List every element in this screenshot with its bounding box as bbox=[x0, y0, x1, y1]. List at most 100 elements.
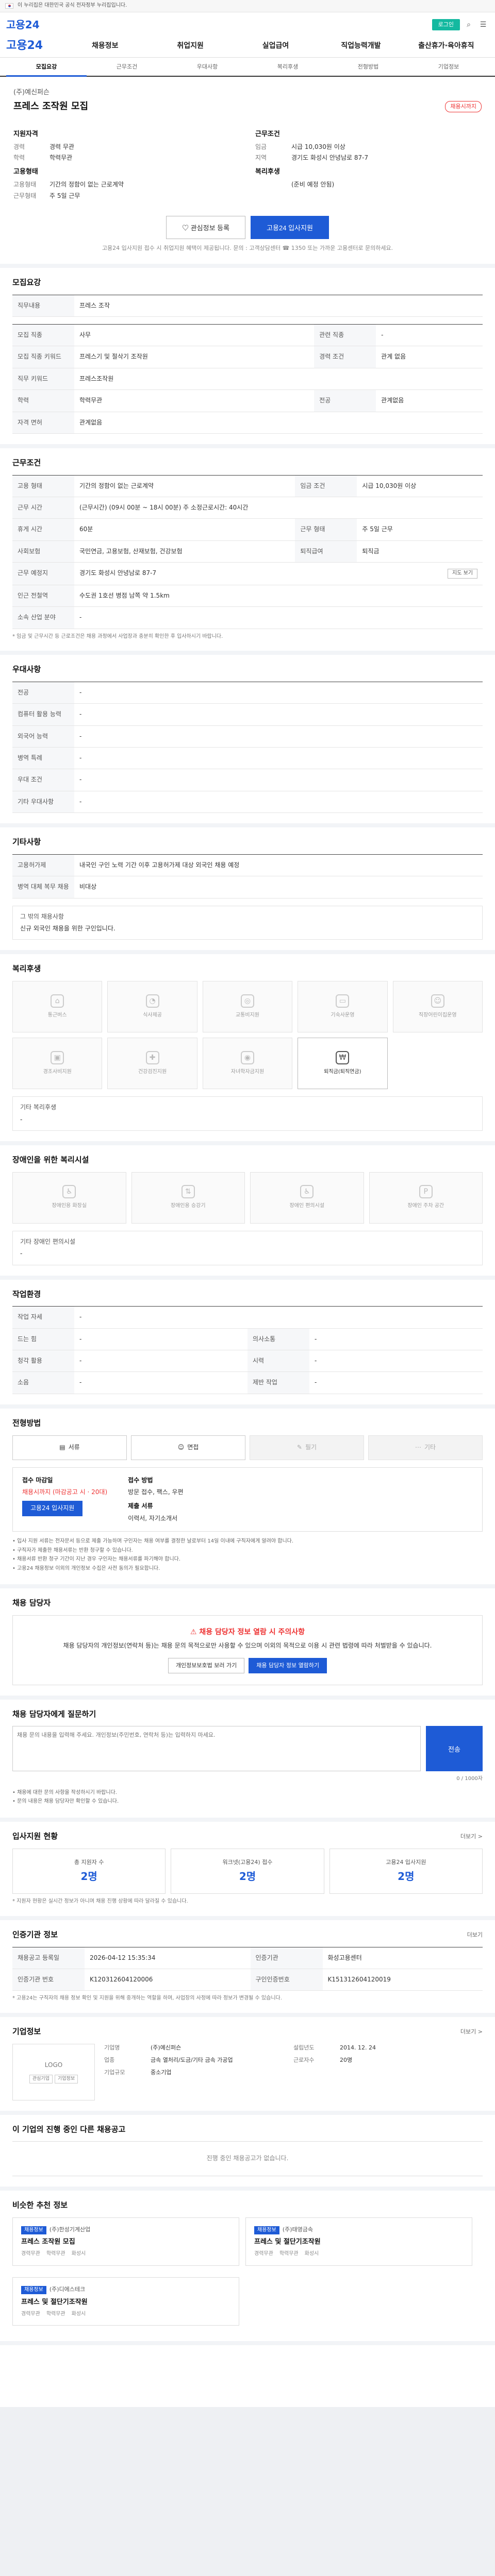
method-label: 필기 bbox=[305, 1443, 317, 1451]
inquiry-submit-button[interactable]: 전송 bbox=[426, 1726, 483, 1772]
tab-preference[interactable]: 우대사항 bbox=[167, 58, 248, 76]
row-label: 제반 작업 bbox=[248, 1371, 309, 1394]
row-label: 임금 조건 bbox=[295, 475, 357, 498]
map-button[interactable]: 지도 보기 bbox=[448, 569, 477, 579]
row-value: 경기도 화성시 안녕남로 87-7 지도 보기 bbox=[74, 562, 483, 585]
apply-button-secondary[interactable]: 고용24 입사지원 bbox=[22, 1501, 83, 1516]
more-link[interactable]: 더보기 > bbox=[460, 1833, 483, 1841]
contact-warning: ⚠ 채용 담당자 정보 열람 시 주의사항 채용 담당자의 개인정보(연락처 등… bbox=[12, 1615, 483, 1685]
row-value: - bbox=[309, 1350, 483, 1372]
row-label: 퇴직급여 bbox=[295, 540, 357, 563]
row-label: 직무 키워드 bbox=[12, 368, 74, 391]
gnb-item-support[interactable]: 취업지원 bbox=[147, 37, 233, 55]
gnb-item-leave[interactable]: 출산휴가·육아휴직 bbox=[404, 37, 489, 55]
row-label: 휴게 시간 bbox=[12, 518, 74, 541]
info-label: 근로자수 bbox=[293, 2056, 315, 2063]
brand-logo[interactable]: 고용24 bbox=[6, 18, 40, 32]
tab-company[interactable]: 기업정보 bbox=[408, 58, 489, 76]
apply-section: 전형방법 ▤ 서류 ☺ 면접 ✎ 필기 ⋯ 기타 접수 마감일 채용시까지 (마감공고 … bbox=[0, 1409, 495, 1589]
card-meta: 경력무관 bbox=[254, 2251, 273, 2257]
row-label: 기타 우대사항 bbox=[12, 791, 74, 814]
status-count: 2명 bbox=[239, 1870, 256, 1883]
summary-value: (준비 예정 안됨) bbox=[291, 181, 335, 189]
conditions-section: 근무조건 고용 형태 기간의 정함이 없는 근로계약 임금 조건 시급 10,030원… bbox=[0, 448, 495, 655]
gnb-item-training[interactable]: 직업능력개발 bbox=[318, 37, 403, 55]
card-title: 프레스 및 절단기조작원 bbox=[254, 2238, 321, 2246]
row-label: 병역 특례 bbox=[12, 747, 74, 770]
row-value: - bbox=[74, 769, 483, 791]
tab-recruit[interactable]: 모집요강 bbox=[6, 58, 87, 77]
gnb-item-benefit[interactable]: 실업급여 bbox=[233, 37, 318, 55]
car-icon: ◎ bbox=[240, 994, 254, 1008]
recommend-section: 비슷한 추천 정보 채용정보 (주)한성기계산업 프레스 조작원 모집 경력무관 학… bbox=[0, 2191, 495, 2345]
extra-info-box: 그 밖의 채용사항 신규 외국인 채용을 위한 구인입니다. bbox=[12, 905, 483, 940]
welfare-extra-box: 기타 복리후생 - bbox=[12, 1096, 483, 1131]
welfare-extra-label: 기타 복리후생 bbox=[20, 1104, 57, 1111]
gift-icon: ▣ bbox=[51, 1050, 64, 1064]
extra-info-label: 그 밖의 채용사항 bbox=[20, 912, 64, 920]
recommend-card[interactable]: 채용정보 (주)한성기계산업 프레스 조작원 모집 경력무관 학력무관 화성시 bbox=[12, 2217, 239, 2266]
login-button[interactable]: 로그인 bbox=[432, 19, 460, 30]
deadline-label: 접수 마감일 bbox=[22, 1476, 53, 1484]
row-value: 60분 bbox=[74, 518, 295, 541]
section-title: 비슷한 추천 정보 bbox=[12, 2200, 68, 2210]
row-value: 화성고용센터 bbox=[322, 1947, 483, 1970]
summary-value: 기간의 정함이 없는 근로계약 bbox=[50, 181, 124, 189]
tab-apply[interactable]: 전형방법 bbox=[328, 58, 408, 76]
company-info-button[interactable]: 기업정보 bbox=[55, 2074, 78, 2083]
row-value: 프레스 조작 bbox=[74, 295, 483, 317]
section-title: 근무조건 bbox=[12, 457, 41, 467]
row-value: - bbox=[376, 324, 483, 347]
method-interview: ☺ 면접 bbox=[131, 1435, 245, 1460]
conditions-table: 고용 형태 기간의 정함이 없는 근로계약 임금 조건 시급 10,030원 이상 근… bbox=[12, 474, 483, 629]
row-value: 관계없음 bbox=[376, 389, 483, 412]
facility-item: ⇅ 장애인용 승강기 bbox=[131, 1172, 245, 1224]
row-label: 경력 조건 bbox=[314, 346, 376, 368]
company-logo: LOGO 관심기업 기업정보 bbox=[12, 2043, 95, 2100]
section-title: 우대사항 bbox=[12, 665, 41, 674]
tab-conditions[interactable]: 근무조건 bbox=[87, 58, 167, 76]
more-link[interactable]: 더보기 bbox=[467, 1931, 483, 1939]
welfare-label: 기숙사운영 bbox=[331, 1012, 355, 1018]
gnb-item-jobs[interactable]: 채용정보 bbox=[62, 37, 147, 55]
view-contact-button[interactable]: 채용 담당자 정보 열람하기 bbox=[249, 1657, 327, 1673]
search-icon[interactable]: ⌕ bbox=[463, 19, 474, 30]
apply-button[interactable]: 고용24 입사지원 bbox=[251, 215, 329, 239]
recommend-card[interactable]: 채용정보 (주)태영금속 프레스 및 절단기조작원 경력무관 학력무관 화성시 bbox=[245, 2217, 472, 2266]
save-interest-button[interactable]: ♡ 관심정보 등록 bbox=[166, 215, 246, 239]
inquiry-notes: 채용에 대한 문의 사항을 작성하시기 바랍니다. 문의 내용은 채용 담당자만… bbox=[12, 1789, 483, 1806]
child-icon: ☺ bbox=[431, 994, 444, 1008]
warning-title: 채용 담당자 정보 열람 시 주의사항 bbox=[199, 1628, 305, 1636]
disabled-extra-box: 기타 장애인 편의시설 - bbox=[12, 1230, 483, 1265]
welfare-item: ✚ 건강검진지원 bbox=[107, 1038, 197, 1090]
medical-icon: ✚ bbox=[145, 1050, 159, 1064]
interest-company-button[interactable]: 관심기업 bbox=[29, 2074, 53, 2083]
page-root: 이 누리집은 대한민국 공식 전자정부 누리집입니다. 고용24 로그인 ⌕ ☰… bbox=[0, 0, 495, 2407]
more-link[interactable]: 더보기 > bbox=[460, 2028, 483, 2036]
section-title: 입사지원 현황 bbox=[12, 1831, 58, 1841]
company-name: (주)예신퍼슨 bbox=[13, 88, 50, 96]
summary-value: 주 5일 근무 bbox=[50, 192, 80, 199]
card-tag: 채용정보 bbox=[21, 2226, 46, 2235]
row-label: 자격 면허 bbox=[12, 412, 74, 434]
row-label: 전공 bbox=[12, 682, 74, 704]
facility-item: P 장애인 주차 공간 bbox=[369, 1172, 483, 1224]
apply-note: 고용24 입사지원 접수 시 취업지원 혜택이 제공됩니다. 문의 : 고객상담… bbox=[102, 244, 393, 251]
tab-welfare[interactable]: 복리후생 bbox=[248, 58, 328, 76]
inquiry-textarea[interactable] bbox=[12, 1726, 421, 1772]
menu-icon[interactable]: ☰ bbox=[477, 19, 489, 30]
status-card: 고용24 입사지원 2명 bbox=[329, 1848, 483, 1894]
privacy-law-button[interactable]: 개인정보보호법 보러 가기 bbox=[168, 1657, 245, 1673]
welfare-label: 직장어린이집운영 bbox=[418, 1012, 457, 1018]
row-value: 퇴직금 bbox=[357, 540, 483, 563]
info-label bbox=[293, 2069, 340, 2077]
recommend-card[interactable]: 채용정보 (주)디에스테크 프레스 및 절단기조작원 경력무관 학력무관 화성시 bbox=[12, 2277, 239, 2326]
row-label: 근무 예정지 bbox=[12, 562, 74, 585]
card-meta: 학력무관 bbox=[279, 2251, 299, 2257]
apply-notes: 입사 지원 서류는 전자문서 등으로 제출 가능하며 구인자는 채용 여부를 결… bbox=[12, 1538, 483, 1572]
gnb-logo[interactable]: 고용24 bbox=[6, 38, 43, 54]
alert-icon: ⚠ bbox=[190, 1628, 200, 1636]
method-label: 기타 bbox=[424, 1443, 436, 1451]
row-label: 근무 시간 bbox=[12, 497, 74, 519]
bed-icon: ▭ bbox=[336, 994, 350, 1008]
